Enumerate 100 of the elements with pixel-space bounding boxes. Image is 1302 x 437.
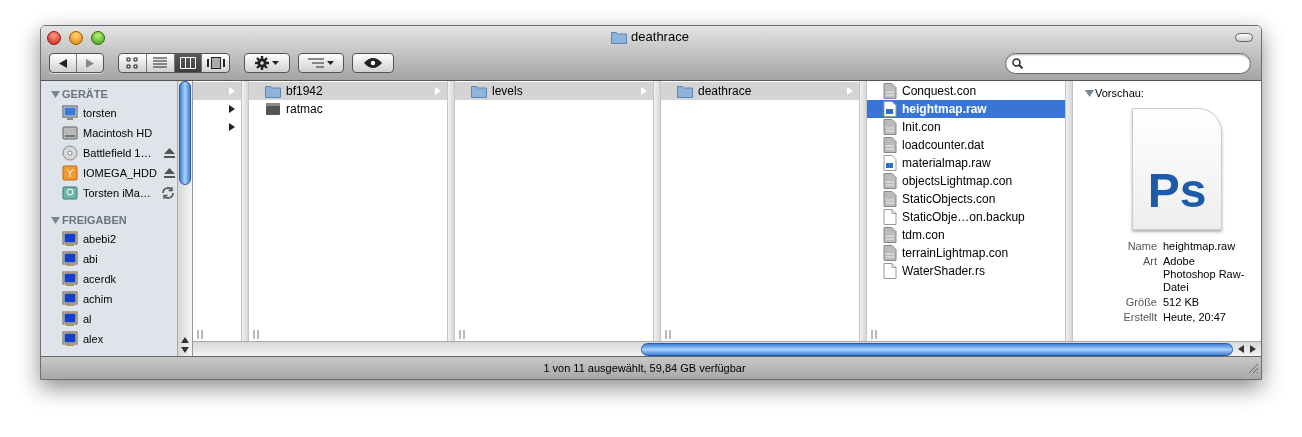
scroll-thumb[interactable] [641, 342, 1233, 356]
status-text: 1 von 11 ausgewählt, 59,84 GB verfügbar [542, 360, 747, 376]
scroll-up-icon[interactable] [181, 337, 189, 343]
search-field[interactable] [1005, 52, 1251, 74]
disclosure-arrow-icon [229, 87, 235, 95]
arrange-menu-button[interactable] [298, 53, 344, 73]
sidebar-item[interactable]: Macintosh HD [41, 123, 177, 143]
quick-look-button[interactable] [352, 53, 394, 73]
column-resize-handle[interactable] [197, 329, 203, 339]
file-row[interactable]: objectsLightmap.con [867, 172, 1065, 190]
eject-icon[interactable] [164, 148, 175, 158]
gear-icon [255, 56, 269, 70]
sync-icon[interactable] [161, 186, 175, 200]
preview-heading: Vorschau: [1095, 86, 1144, 101]
scroll-thumb[interactable] [179, 81, 191, 185]
eye-icon [364, 58, 382, 68]
scroll-right-icon[interactable] [1250, 345, 1256, 353]
search-icon [1012, 57, 1023, 69]
scroll-down-icon[interactable] [181, 347, 189, 353]
file-row[interactable]: StaticObjects.con [867, 190, 1065, 208]
folder-icon [677, 84, 693, 98]
file-row[interactable]: deathrace [661, 82, 859, 100]
disc-icon [62, 145, 78, 161]
file-row[interactable]: materialmap.raw [867, 154, 1065, 172]
scroll-left-icon[interactable] [1238, 345, 1244, 353]
section-toggle-icon[interactable] [51, 215, 60, 225]
network-computer-icon [62, 271, 78, 287]
sidebar-item[interactable]: alex [41, 329, 177, 349]
sidebar-item[interactable]: achim [41, 289, 177, 309]
window-title: deathrace [631, 28, 689, 47]
photoshop-file-icon [883, 155, 897, 171]
file-row[interactable]: WaterShader.rs [867, 262, 1065, 280]
disclosure-arrow-icon [847, 87, 853, 95]
file-row[interactable]: StaticObje…on.backup [867, 208, 1065, 226]
file-row[interactable]: heightmap.raw [867, 100, 1065, 118]
file-row[interactable]: bf1942 [249, 82, 447, 100]
info-value: 512 KB [1163, 295, 1201, 309]
column-resize-handle[interactable] [871, 329, 877, 339]
sidebar-item[interactable]: torsten [41, 103, 177, 123]
cover-flow-icon [206, 57, 225, 69]
file-icon [883, 227, 897, 243]
back-forward-control[interactable] [49, 53, 104, 73]
network-computer-icon [62, 251, 78, 267]
preview-toggle-icon[interactable] [1085, 88, 1094, 98]
file-icon [883, 245, 897, 261]
file-row[interactable]: levels [455, 82, 653, 100]
column-view-icon [179, 57, 196, 69]
sidebar-item[interactable]: IOMEGA_HDD [41, 163, 177, 183]
sidebar-item[interactable]: Torsten iMa… [41, 183, 177, 203]
sidebar-item[interactable]: abebi2 [41, 229, 177, 249]
file-row[interactable]: ratmac [249, 100, 447, 118]
sidebar-item[interactable]: al [41, 309, 177, 329]
disclosure-arrow-icon [229, 105, 235, 113]
info-label: Name [1126, 239, 1157, 253]
info-label: Größe [1124, 295, 1157, 309]
document-icon [883, 263, 897, 279]
document-icon [883, 209, 897, 225]
folder-icon [265, 84, 281, 98]
sidebar-item[interactable]: abi [41, 249, 177, 269]
disclosure-arrow-icon [229, 123, 235, 131]
caret-icon [272, 61, 279, 65]
file-row[interactable]: Init.con [867, 118, 1065, 136]
sidebar-section-title: GERÄTE [62, 86, 108, 102]
caret-icon [327, 61, 334, 65]
column-resize-handle[interactable] [459, 329, 465, 339]
file-row[interactable]: terrainLightmap.con [867, 244, 1065, 262]
file-row[interactable]: Conquest.con [867, 82, 1065, 100]
sidebar-item[interactable]: Battlefield 1… [41, 143, 177, 163]
arrange-icon [308, 58, 324, 68]
sidebar-item[interactable]: acerdk [41, 269, 177, 289]
column-resize-handle[interactable] [665, 329, 671, 339]
resize-grip-icon[interactable] [1248, 363, 1258, 373]
info-value: heightmap.raw [1163, 239, 1237, 253]
vertical-scrollbar[interactable] [177, 81, 192, 356]
list-view-icon [153, 57, 168, 69]
minimize-button[interactable] [69, 30, 83, 45]
view-mode-control[interactable] [118, 53, 230, 73]
column-resize-handle[interactable] [253, 329, 259, 339]
close-button[interactable] [47, 30, 61, 45]
network-computer-icon [62, 291, 78, 307]
photoshop-document-icon: Ps [1132, 107, 1222, 230]
action-menu-button[interactable] [244, 53, 290, 73]
forward-arrow-icon [86, 58, 94, 68]
backup-drive-icon [62, 185, 78, 201]
disclosure-arrow-icon [435, 87, 441, 95]
eject-icon[interactable] [164, 168, 175, 178]
file-icon [883, 137, 897, 153]
horizontal-scrollbar[interactable] [193, 341, 1261, 356]
view-mode-button[interactable] [174, 54, 203, 72]
computer-icon [62, 105, 78, 121]
info-label: Art [1141, 254, 1157, 269]
network-computer-icon [62, 311, 78, 327]
section-toggle-icon[interactable] [51, 89, 60, 99]
toolbar-toggle-button[interactable] [1235, 32, 1253, 42]
info-label: Erstellt [1122, 310, 1157, 324]
file-row[interactable]: loadcounter.dat [867, 136, 1065, 154]
zoom-button[interactable] [91, 30, 105, 45]
folder-icon [471, 84, 487, 98]
file-row[interactable]: tdm.con [867, 226, 1065, 244]
icon-view-icon [126, 57, 139, 69]
